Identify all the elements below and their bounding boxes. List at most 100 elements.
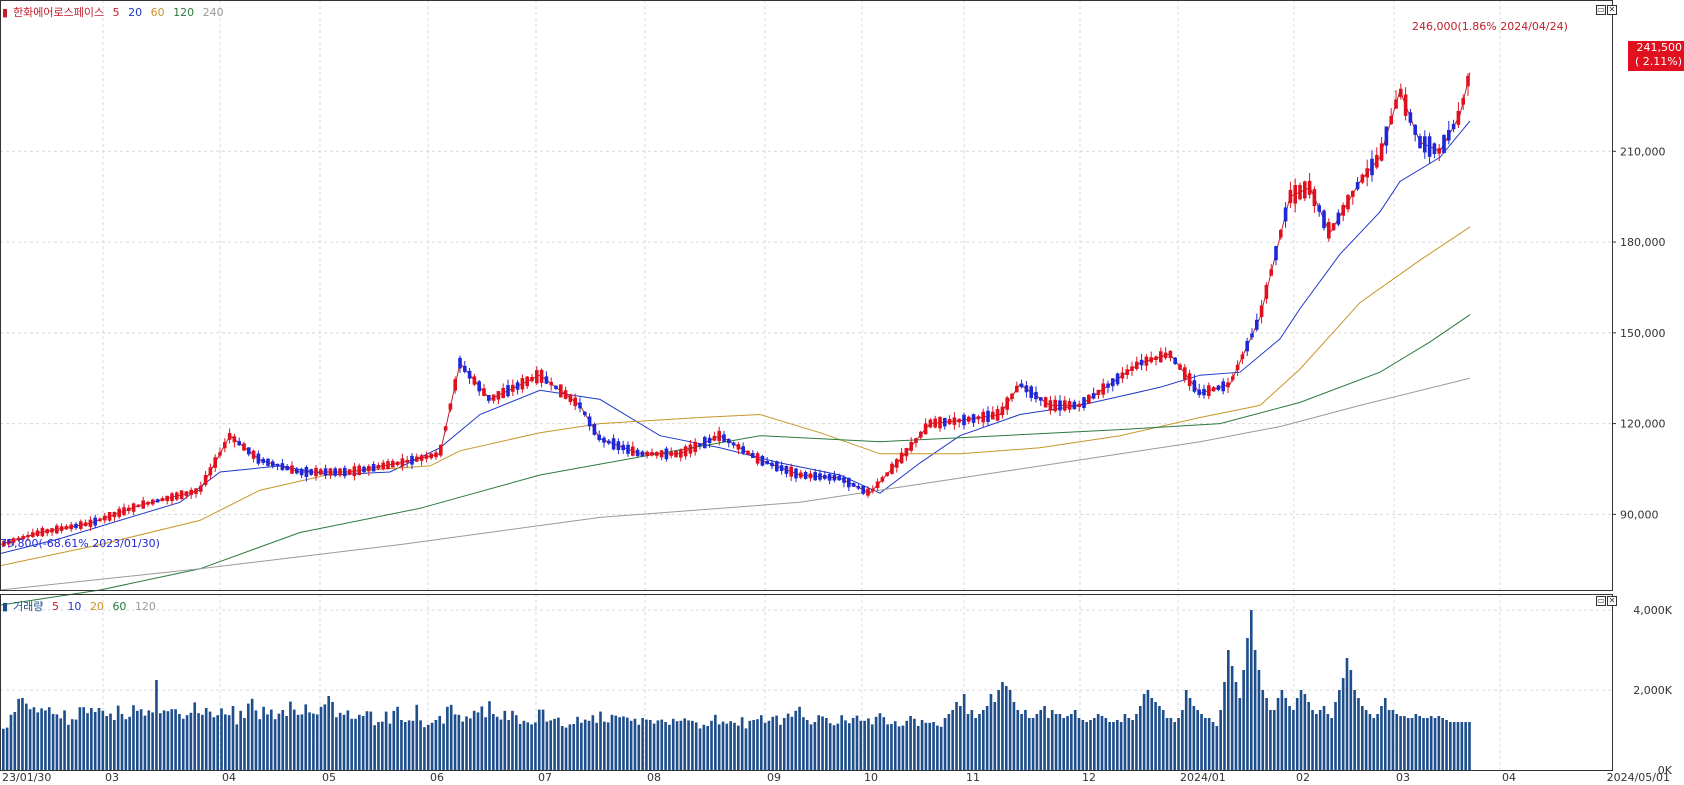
volume-bar bbox=[763, 722, 767, 770]
volume-bar bbox=[794, 710, 798, 770]
volume-bar bbox=[1368, 714, 1372, 770]
candle-body bbox=[544, 376, 549, 384]
volume-panel-close-icon[interactable]: ✕ bbox=[1607, 596, 1617, 606]
legend-ma240: 240 bbox=[202, 6, 224, 19]
volume-bar bbox=[453, 714, 457, 770]
volume-bar bbox=[683, 718, 687, 770]
price-panel-minimize-icon[interactable]: ▭ bbox=[1596, 5, 1606, 15]
candle-body bbox=[155, 499, 160, 503]
price-tick-label: 90,000 bbox=[1620, 508, 1659, 521]
candle-body bbox=[501, 387, 505, 399]
volume-bar bbox=[752, 720, 755, 770]
candle-body bbox=[1418, 136, 1422, 149]
volume-bar bbox=[514, 715, 518, 770]
volume-bar bbox=[767, 720, 771, 770]
volume-bar bbox=[901, 725, 905, 770]
candle-body bbox=[170, 493, 174, 502]
candle-body bbox=[1394, 99, 1398, 109]
low-annotation: 75,800(-68.61% 2023/01/30) bbox=[0, 537, 160, 550]
volume-bar bbox=[1043, 706, 1046, 770]
volume-bar bbox=[277, 713, 281, 770]
volume-bar bbox=[411, 720, 415, 770]
volume-bar bbox=[1261, 690, 1265, 770]
volume-bar bbox=[90, 708, 93, 770]
volume-bar bbox=[1219, 710, 1222, 770]
candle-body bbox=[184, 491, 189, 496]
volume-bar bbox=[909, 716, 912, 770]
volume-bar bbox=[1115, 720, 1119, 770]
volume-bar bbox=[1138, 706, 1142, 770]
volume-bar bbox=[86, 713, 89, 770]
candle-body bbox=[314, 467, 318, 477]
volume-panel-minimize-icon[interactable]: ▭ bbox=[1596, 596, 1606, 606]
volume-bar bbox=[67, 724, 70, 770]
candle-body bbox=[1360, 174, 1365, 183]
x-tick-label: 06 bbox=[430, 771, 444, 784]
volume-bar bbox=[1062, 718, 1066, 770]
candle-body bbox=[179, 490, 184, 500]
volume-bar bbox=[813, 722, 817, 770]
volume-bar bbox=[668, 724, 671, 770]
candle-body bbox=[549, 381, 553, 386]
candle-body bbox=[1389, 115, 1393, 125]
candle-body bbox=[1149, 357, 1153, 363]
volume-bar bbox=[273, 719, 277, 770]
volume-bar bbox=[1246, 638, 1249, 770]
candle-body bbox=[1408, 112, 1413, 123]
candle-body bbox=[463, 365, 467, 372]
volume-bar bbox=[564, 727, 568, 770]
volume-bar bbox=[224, 714, 227, 770]
volume-bar bbox=[70, 719, 74, 770]
volume-bar bbox=[392, 710, 396, 770]
volume-bar bbox=[1123, 714, 1127, 770]
candle-body bbox=[434, 452, 438, 458]
legend-ma5: 5 bbox=[112, 6, 120, 19]
candle-body bbox=[520, 378, 525, 390]
volume-bar bbox=[212, 717, 216, 770]
stock-name: 한화에어로스페이스 bbox=[13, 6, 105, 19]
volume-bar bbox=[625, 717, 629, 770]
volume-bar bbox=[208, 711, 212, 770]
volume-bar bbox=[1227, 650, 1230, 770]
volume-bar bbox=[423, 727, 426, 770]
volume-bar bbox=[740, 717, 744, 770]
volume-bar bbox=[51, 714, 55, 770]
volume-bar bbox=[1303, 694, 1307, 770]
candle-body bbox=[731, 442, 736, 446]
candle-body bbox=[530, 376, 534, 382]
volume-bar bbox=[407, 720, 411, 770]
volume-bar bbox=[74, 719, 78, 770]
candle-body bbox=[741, 446, 745, 454]
candle-body bbox=[1173, 357, 1177, 365]
volume-bar bbox=[17, 698, 20, 770]
candle-body bbox=[467, 370, 472, 379]
candle-body bbox=[794, 468, 798, 479]
candle-body bbox=[64, 525, 69, 530]
candle-body bbox=[597, 434, 601, 441]
volume-bar bbox=[1456, 722, 1460, 770]
volume-bar bbox=[637, 724, 641, 770]
x-tick-label: 04 bbox=[1502, 771, 1516, 784]
volume-bar bbox=[201, 714, 204, 770]
candle-body bbox=[1351, 190, 1355, 197]
x-tick-label: 02 bbox=[1296, 771, 1310, 784]
volume-bar bbox=[1315, 714, 1318, 770]
candle-body bbox=[1307, 180, 1312, 195]
price-panel-close-icon[interactable]: ✕ bbox=[1607, 5, 1617, 15]
candle-body bbox=[1274, 246, 1278, 261]
candle-body bbox=[635, 449, 640, 457]
volume-bar bbox=[867, 718, 870, 770]
candle-body bbox=[136, 504, 141, 508]
volume-bar bbox=[178, 714, 181, 770]
candle-body bbox=[1130, 366, 1134, 371]
candle-body bbox=[1135, 361, 1139, 370]
candle-body bbox=[1039, 397, 1043, 401]
volume-bar bbox=[1299, 690, 1303, 770]
stock-chart[interactable]: 90,000120,000150,000180,000210,0000K2,00… bbox=[0, 0, 1684, 785]
x-tick-label: 04 bbox=[222, 771, 236, 784]
candle-body bbox=[655, 451, 659, 456]
volume-bar bbox=[1311, 710, 1314, 770]
candle-body bbox=[107, 512, 112, 521]
volume-bar bbox=[189, 712, 193, 770]
candle-body bbox=[616, 441, 621, 451]
